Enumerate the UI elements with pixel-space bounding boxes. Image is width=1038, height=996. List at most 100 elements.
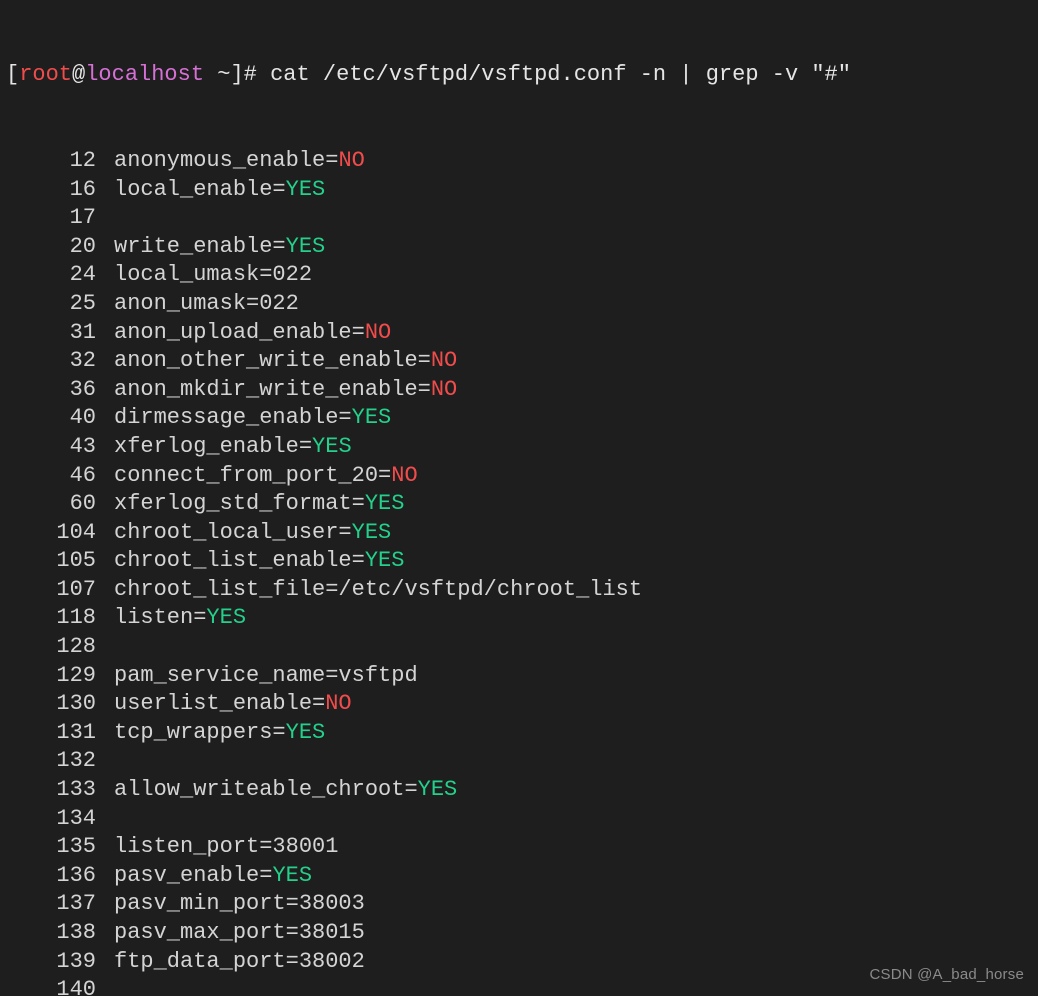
value-yes: YES [418, 777, 458, 802]
output-row: 107chroot_list_file=/etc/vsftpd/chroot_l… [6, 576, 1032, 605]
value-yes: YES [286, 177, 326, 202]
line-number: 104 [6, 519, 114, 548]
output-row: 137pasv_min_port=38003 [6, 890, 1032, 919]
output-row: 135listen_port=38001 [6, 833, 1032, 862]
output-row: 129pam_service_name=vsftpd [6, 662, 1032, 691]
line-number: 132 [6, 747, 114, 776]
terminal[interactable]: [root@localhost ~]# cat /etc/vsftpd/vsft… [0, 0, 1038, 996]
line-content: chroot_list_enable=YES [114, 547, 404, 576]
line-content: anon_mkdir_write_enable=NO [114, 376, 457, 405]
line-content [114, 747, 127, 776]
line-content [114, 976, 127, 996]
line-content: pasv_enable=YES [114, 862, 312, 891]
line-content [114, 204, 127, 233]
output-row: 46connect_from_port_20=NO [6, 462, 1032, 491]
value-no: NO [431, 348, 457, 373]
config-text: chroot_list_enable= [114, 548, 365, 573]
value-yes: YES [286, 234, 326, 259]
value-no: NO [391, 463, 417, 488]
config-text: dirmessage_enable= [114, 405, 352, 430]
line-number: 16 [6, 176, 114, 205]
line-content: anon_other_write_enable=NO [114, 347, 457, 376]
prompt-user: root [19, 61, 72, 90]
value-yes: YES [365, 491, 405, 516]
value-yes: YES [352, 520, 392, 545]
line-number: 17 [6, 204, 114, 233]
line-content: xferlog_enable=YES [114, 433, 352, 462]
config-text: userlist_enable= [114, 691, 325, 716]
line-content [114, 805, 127, 834]
prompt-tail: ~]# [204, 61, 270, 90]
config-text: anon_umask=022 [114, 291, 299, 316]
line-number: 135 [6, 833, 114, 862]
line-number: 138 [6, 919, 114, 948]
line-number: 133 [6, 776, 114, 805]
value-no: NO [325, 691, 351, 716]
line-number: 32 [6, 347, 114, 376]
config-text: xferlog_enable= [114, 434, 312, 459]
prompt-line: [root@localhost ~]# cat /etc/vsftpd/vsft… [6, 61, 1032, 90]
output-row: 104chroot_local_user=YES [6, 519, 1032, 548]
config-text: write_enable= [114, 234, 286, 259]
output-row: 128 [6, 633, 1032, 662]
line-number: 129 [6, 662, 114, 691]
config-text: ftp_data_port=38002 [114, 949, 365, 974]
line-content: ftp_data_port=38002 [114, 948, 365, 977]
output-row: 105chroot_list_enable=YES [6, 547, 1032, 576]
line-number: 131 [6, 719, 114, 748]
prompt-open-bracket: [ [6, 61, 19, 90]
line-content: dirmessage_enable=YES [114, 404, 391, 433]
config-text: xferlog_std_format= [114, 491, 365, 516]
config-text: chroot_list_file=/etc/vsftpd/chroot_list [114, 577, 642, 602]
line-content: pasv_min_port=38003 [114, 890, 365, 919]
output-row: 31anon_upload_enable=NO [6, 319, 1032, 348]
config-text: anonymous_enable= [114, 148, 338, 173]
line-number: 140 [6, 976, 114, 996]
config-text: anon_mkdir_write_enable= [114, 377, 431, 402]
line-content: allow_writeable_chroot=YES [114, 776, 457, 805]
line-content: anon_umask=022 [114, 290, 299, 319]
line-content: local_umask=022 [114, 261, 312, 290]
line-content: pasv_max_port=38015 [114, 919, 365, 948]
output-row: 17 [6, 204, 1032, 233]
line-number: 118 [6, 604, 114, 633]
line-number: 24 [6, 261, 114, 290]
value-no: NO [431, 377, 457, 402]
config-text: local_enable= [114, 177, 286, 202]
output-row: 20write_enable=YES [6, 233, 1032, 262]
line-number: 43 [6, 433, 114, 462]
output-row: 16local_enable=YES [6, 176, 1032, 205]
line-content [114, 633, 127, 662]
output-row: 60xferlog_std_format=YES [6, 490, 1032, 519]
config-text: local_umask=022 [114, 262, 312, 287]
output-row: 32anon_other_write_enable=NO [6, 347, 1032, 376]
config-text: connect_from_port_20= [114, 463, 391, 488]
config-text: anon_upload_enable= [114, 320, 365, 345]
value-yes: YES [206, 605, 246, 630]
line-content: chroot_list_file=/etc/vsftpd/chroot_list [114, 576, 642, 605]
line-number: 40 [6, 404, 114, 433]
line-number: 134 [6, 805, 114, 834]
config-text: listen_port=38001 [114, 834, 338, 859]
output-row: 132 [6, 747, 1032, 776]
output-row: 40dirmessage_enable=YES [6, 404, 1032, 433]
line-number: 128 [6, 633, 114, 662]
line-content: listen_port=38001 [114, 833, 338, 862]
line-number: 31 [6, 319, 114, 348]
line-content: local_enable=YES [114, 176, 325, 205]
line-content: connect_from_port_20=NO [114, 462, 418, 491]
line-content: anon_upload_enable=NO [114, 319, 391, 348]
output-row: 136pasv_enable=YES [6, 862, 1032, 891]
output-row: 134 [6, 805, 1032, 834]
output-row: 133allow_writeable_chroot=YES [6, 776, 1032, 805]
config-text: pasv_min_port=38003 [114, 891, 365, 916]
output-row: 131tcp_wrappers=YES [6, 719, 1032, 748]
prompt-at: @ [72, 61, 85, 90]
output-row: 25anon_umask=022 [6, 290, 1032, 319]
line-content: anonymous_enable=NO [114, 147, 365, 176]
value-no: NO [338, 148, 364, 173]
value-yes: YES [352, 405, 392, 430]
line-content: pam_service_name=vsftpd [114, 662, 418, 691]
output-lines: 12anonymous_enable=NO16local_enable=YES1… [6, 147, 1032, 996]
output-row: 36anon_mkdir_write_enable=NO [6, 376, 1032, 405]
